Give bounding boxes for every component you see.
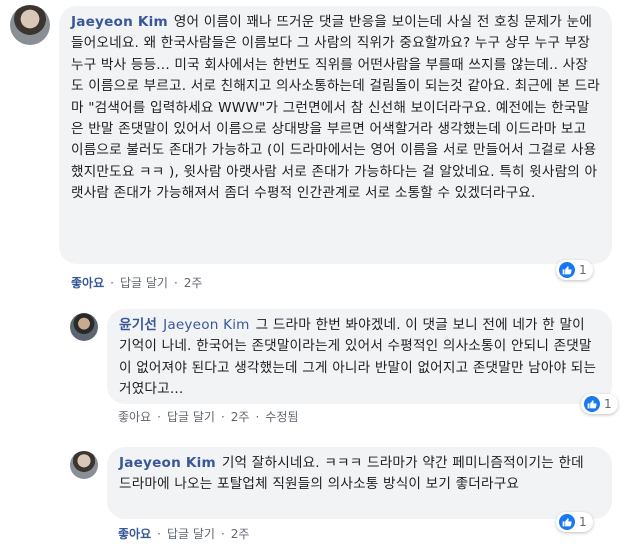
timestamp[interactable]: 2주 [231, 525, 250, 542]
thumbs-up-icon [584, 396, 600, 412]
avatar[interactable] [10, 5, 50, 45]
mention-tag[interactable]: Jaeyeon Kim [163, 317, 250, 333]
timestamp[interactable]: 2주 [184, 274, 203, 291]
comment-actions: 좋아요 · 답글 달기 · 2주 [118, 525, 249, 542]
reaction-count[interactable]: 1 [556, 260, 593, 280]
separator: · [255, 409, 260, 424]
separator: · [173, 275, 178, 290]
reply-link[interactable]: 답글 달기 [167, 525, 215, 542]
comment-actions: 좋아요 · 답글 달기 · 2주 · 수정됨 [118, 408, 298, 425]
like-count: 1 [579, 263, 587, 277]
timestamp[interactable]: 2주 [231, 408, 250, 425]
edited-label[interactable]: 수정됨 [265, 408, 298, 425]
comment-actions: 좋아요 · 답글 달기 · 2주 [71, 274, 202, 291]
comment-bubble: Jaeyeon Kim 영어 이름이 꽤나 뜨거운 댓글 반응을 보이는데 사실 … [59, 6, 612, 264]
reaction-count[interactable]: 1 [556, 512, 593, 532]
thumbs-up-icon [559, 514, 575, 530]
comment-text: 영어 이름이 꽤나 뜨거운 댓글 반응을 보이는데 사실 전 호칭 문제가 눈에… [71, 14, 600, 202]
separator: · [157, 526, 161, 541]
like-link[interactable]: 좋아요 [118, 408, 151, 425]
comment-author[interactable]: 윤기선 [119, 317, 157, 333]
like-count: 1 [604, 397, 612, 411]
comment-author[interactable]: Jaeyeon Kim [119, 455, 216, 471]
comment-bubble: 윤기선 Jaeyeon Kim 그 드라마 한번 봐야겠네. 이 댓글 보니 전에 … [107, 309, 612, 404]
separator: · [220, 409, 225, 424]
thumbs-up-icon [559, 262, 575, 278]
reply-link[interactable]: 답글 달기 [120, 274, 168, 291]
separator: · [110, 275, 114, 290]
avatar[interactable] [70, 313, 98, 341]
like-link[interactable]: 좋아요 [71, 274, 104, 291]
like-count: 1 [579, 515, 587, 529]
reaction-count[interactable]: 1 [581, 394, 618, 414]
like-link[interactable]: 좋아요 [118, 525, 151, 542]
comment-author[interactable]: Jaeyeon Kim [71, 14, 168, 30]
separator: · [157, 409, 161, 424]
separator: · [220, 526, 225, 541]
comment-bubble: Jaeyeon Kim 기억 잘하시네요. ㅋㅋㅋ 드라마가 약간 페미니즘적이기… [107, 447, 612, 519]
reply-link[interactable]: 답글 달기 [167, 408, 215, 425]
avatar[interactable] [70, 451, 98, 479]
